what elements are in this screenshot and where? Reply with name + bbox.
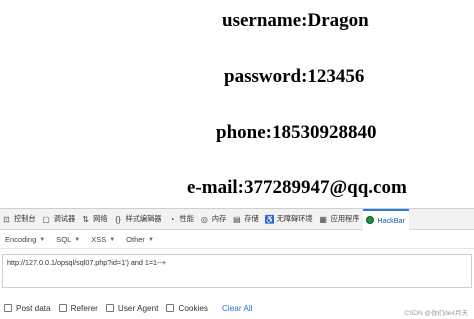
style-editor-icon: {} bbox=[115, 214, 121, 224]
checkbox-box[interactable] bbox=[58, 304, 67, 312]
devtools-panel: ⊡ 控制台 ▢ 调试器 ⇅ 网络 {} 样式编辑器 ◔ 性能 ◎ 内存 ▤ 存储… bbox=[0, 208, 474, 319]
phone-line: phone:18530928840 bbox=[216, 122, 377, 143]
tab-label: 存储 bbox=[244, 214, 259, 223]
tab-label: 无障碍环境 bbox=[276, 214, 313, 223]
cookies-checkbox[interactable]: Cookies bbox=[166, 304, 208, 313]
network-icon: ⇅ bbox=[82, 214, 89, 224]
menu-label: SQL bbox=[56, 235, 72, 244]
tab-network[interactable]: ⇅ 网络 bbox=[79, 209, 111, 230]
tab-label: 网络 bbox=[93, 214, 108, 223]
storage-icon: ▤ bbox=[233, 214, 241, 224]
chevron-down-icon: ▼ bbox=[74, 236, 81, 243]
tab-console[interactable]: ⊡ 控制台 bbox=[0, 209, 40, 230]
accessibility-icon: ♿ bbox=[264, 214, 275, 224]
debugger-icon: ▢ bbox=[42, 214, 50, 224]
tab-accessibility[interactable]: ♿ 无障碍环境 bbox=[263, 209, 317, 230]
tab-label: 调试器 bbox=[53, 214, 76, 223]
tab-hackbar[interactable]: HackBar bbox=[363, 208, 409, 230]
menu-label: Other bbox=[126, 235, 145, 244]
tab-style-editor[interactable]: {} 样式编辑器 bbox=[112, 209, 166, 230]
devtools-tabbar: ⊡ 控制台 ▢ 调试器 ⇅ 网络 {} 样式编辑器 ◔ 性能 ◎ 内存 ▤ 存储… bbox=[0, 208, 474, 230]
hackbar-toolbar: Encoding ▼ SQL ▼ XSS ▼ Other ▼ bbox=[0, 231, 474, 249]
tab-memory[interactable]: ◎ 内存 bbox=[198, 209, 230, 230]
hackbar-icon bbox=[365, 215, 374, 225]
url-textarea[interactable]: http://127.0.0.1/opsql/sql07.php?id=1') … bbox=[2, 254, 472, 288]
tab-storage[interactable]: ▤ 存储 bbox=[230, 209, 262, 230]
tab-label: 应用程序 bbox=[330, 214, 360, 223]
tab-debugger[interactable]: ▢ 调试器 bbox=[40, 209, 80, 230]
console-icon: ⊡ bbox=[3, 214, 10, 224]
application-icon: ▦ bbox=[319, 214, 327, 224]
rendered-page: username:Dragon password:123456 phone:18… bbox=[0, 0, 474, 208]
encoding-menu[interactable]: Encoding ▼ bbox=[5, 235, 45, 244]
user-agent-checkbox[interactable]: User Agent bbox=[105, 303, 159, 313]
menu-label: Encoding bbox=[5, 235, 37, 244]
tab-label: HackBar bbox=[377, 215, 405, 225]
password-line: password:123456 bbox=[224, 66, 365, 87]
email-line: e-mail:377289947@qq.com bbox=[187, 177, 407, 198]
option-label: Cookies bbox=[178, 303, 209, 313]
checkbox-box[interactable] bbox=[105, 304, 114, 312]
tab-label: 控制台 bbox=[14, 214, 36, 223]
option-label: Referer bbox=[70, 303, 98, 313]
xss-menu[interactable]: XSS ▼ bbox=[91, 235, 115, 244]
checkbox-box[interactable] bbox=[4, 304, 12, 312]
hackbar-options: Post data Referer User Agent Cookies Cle… bbox=[0, 301, 474, 315]
option-label: Post data bbox=[16, 303, 51, 313]
tab-label: 样式编辑器 bbox=[125, 214, 162, 223]
tab-label: 内存 bbox=[211, 214, 227, 223]
watermark: CSDN @你们de4月天 bbox=[404, 310, 468, 317]
chevron-down-icon: ▼ bbox=[147, 236, 154, 243]
post-data-checkbox[interactable]: Post data bbox=[4, 304, 51, 313]
other-menu[interactable]: Other ▼ bbox=[126, 235, 154, 244]
tab-application[interactable]: ▦ 应用程序 bbox=[317, 209, 364, 230]
tab-performance[interactable]: ◔ 性能 bbox=[166, 209, 198, 230]
chevron-down-icon: ▼ bbox=[39, 236, 46, 243]
menu-label: XSS bbox=[91, 235, 107, 244]
referer-checkbox[interactable]: Referer bbox=[58, 303, 98, 313]
memory-icon: ◎ bbox=[200, 214, 208, 224]
performance-icon: ◔ bbox=[169, 214, 175, 224]
option-label: User Agent bbox=[117, 303, 159, 313]
sql-menu[interactable]: SQL ▼ bbox=[56, 235, 80, 244]
username-line: username:Dragon bbox=[222, 10, 369, 31]
chevron-down-icon: ▼ bbox=[109, 236, 116, 243]
clear-all-button[interactable]: Clear All bbox=[222, 304, 253, 313]
tab-label: 性能 bbox=[179, 214, 194, 223]
checkbox-box[interactable] bbox=[166, 304, 175, 312]
